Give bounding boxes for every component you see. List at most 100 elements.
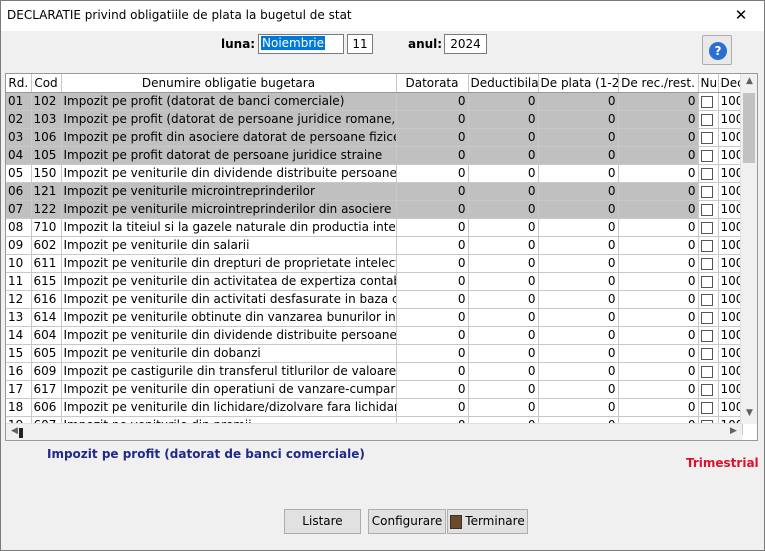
derec-cell[interactable]: 0 — [618, 146, 699, 165]
derec-cell[interactable]: 0 — [618, 326, 699, 345]
name-cell[interactable]: Impozit pe profit (datorat de persoane j… — [61, 110, 397, 129]
deplata-cell[interactable]: 0 — [538, 110, 619, 129]
table-row[interactable]: 03 106 Impozit pe profit din asociere dato… — [6, 128, 743, 147]
deplata-cell[interactable]: 0 — [538, 380, 619, 399]
code-cell[interactable]: 710 — [31, 218, 62, 237]
derec-cell[interactable]: 0 — [618, 200, 699, 219]
derec-cell[interactable]: 0 — [618, 218, 699, 237]
nul-checkbox[interactable] — [700, 275, 713, 288]
deplata-cell[interactable]: 0 — [538, 182, 619, 201]
nul-checkbox[interactable] — [700, 131, 713, 144]
deductibila-cell[interactable]: 0 — [468, 164, 539, 183]
row-number-cell[interactable]: 02 — [6, 110, 32, 129]
decl-cell[interactable]: 100 — [718, 272, 743, 291]
datorata-cell[interactable]: 0 — [396, 92, 469, 111]
derec-cell[interactable]: 0 — [618, 128, 699, 147]
decl-cell[interactable]: 100 — [718, 308, 743, 327]
code-cell[interactable]: 103 — [31, 110, 62, 129]
close-icon[interactable]: ✕ — [718, 1, 764, 31]
deductibila-cell[interactable]: 0 — [468, 398, 539, 417]
column-header[interactable]: Cod — [31, 74, 62, 93]
table-row[interactable]: 07 122 Impozit pe veniturile microintrepri… — [6, 200, 743, 219]
nul-checkbox[interactable] — [700, 167, 713, 180]
datorata-cell[interactable]: 0 — [396, 290, 469, 309]
derec-cell[interactable]: 0 — [618, 380, 699, 399]
nul-checkbox[interactable] — [700, 347, 713, 360]
deductibila-cell[interactable]: 0 — [468, 146, 539, 165]
code-cell[interactable]: 102 — [31, 92, 62, 111]
row-number-cell[interactable]: 17 — [6, 380, 32, 399]
row-number-cell[interactable]: 03 — [6, 128, 32, 147]
deductibila-cell[interactable]: 0 — [468, 110, 539, 129]
deductibila-cell[interactable]: 0 — [468, 362, 539, 381]
deductibila-cell[interactable]: 0 — [468, 290, 539, 309]
deductibila-cell[interactable]: 0 — [468, 200, 539, 219]
scroll-up-icon[interactable]: ▲ — [741, 76, 757, 86]
row-number-cell[interactable]: 12 — [6, 290, 32, 309]
nul-checkbox[interactable] — [700, 239, 713, 252]
column-header[interactable]: Deductibila — [468, 74, 539, 93]
derec-cell[interactable]: 0 — [618, 92, 699, 111]
nul-checkbox[interactable] — [700, 365, 713, 378]
deductibila-cell[interactable]: 0 — [468, 344, 539, 363]
datorata-cell[interactable]: 0 — [396, 164, 469, 183]
name-cell[interactable]: Impozit pe veniturile din drepturi de pr… — [61, 254, 397, 273]
row-number-cell[interactable]: 10 — [6, 254, 32, 273]
row-number-cell[interactable]: 06 — [6, 182, 32, 201]
scroll-right-icon[interactable]: ▶ — [725, 426, 742, 436]
vertical-scroll-thumb[interactable] — [743, 93, 755, 163]
decl-cell[interactable]: 100 — [718, 326, 743, 345]
table-row[interactable]: 02 103 Impozit pe profit (datorat de perso… — [6, 110, 743, 129]
code-cell[interactable]: 121 — [31, 182, 62, 201]
listare-button[interactable]: Listare — [284, 509, 361, 534]
row-number-cell[interactable]: 04 — [6, 146, 32, 165]
code-cell[interactable]: 105 — [31, 146, 62, 165]
name-cell[interactable]: Impozit pe veniturile din activitatea de… — [61, 272, 397, 291]
code-cell[interactable]: 617 — [31, 380, 62, 399]
horizontal-scroll-thumb[interactable] — [19, 428, 23, 438]
derec-cell[interactable]: 0 — [618, 110, 699, 129]
decl-cell[interactable]: 100 — [718, 164, 743, 183]
datorata-cell[interactable]: 0 — [396, 272, 469, 291]
row-number-cell[interactable]: 07 — [6, 200, 32, 219]
row-number-cell[interactable]: 13 — [6, 308, 32, 327]
nul-checkbox[interactable] — [700, 257, 713, 270]
configurare-button[interactable]: Configurare — [368, 509, 446, 534]
terminare-button[interactable]: Terminare — [447, 509, 528, 534]
name-cell[interactable]: Impozit pe veniturile microintreprinderi… — [61, 182, 397, 201]
nul-checkbox[interactable] — [700, 293, 713, 306]
name-cell[interactable]: Impozit pe veniturile din dividende dist… — [61, 164, 397, 183]
row-number-cell[interactable]: 14 — [6, 326, 32, 345]
scroll-down-icon[interactable]: ▼ — [741, 408, 757, 418]
datorata-cell[interactable]: 0 — [396, 398, 469, 417]
name-cell[interactable]: Impozit pe profit (datorat de banci come… — [61, 92, 397, 111]
table-row[interactable]: 09 602 Impozit pe veniturile din salarii 0 0… — [6, 236, 743, 255]
name-cell[interactable]: Impozit pe veniturile din dividende dist… — [61, 326, 397, 345]
name-cell[interactable]: Impozit pe veniturile din activitati des… — [61, 290, 397, 309]
datorata-cell[interactable]: 0 — [396, 362, 469, 381]
deplata-cell[interactable]: 0 — [538, 200, 619, 219]
name-cell[interactable]: Impozit pe veniturile din dobanzi — [61, 344, 397, 363]
table-row[interactable]: 04 105 Impozit pe profit datorat de persoa… — [6, 146, 743, 165]
code-cell[interactable]: 604 — [31, 326, 62, 345]
year-field[interactable]: 2024 — [444, 34, 487, 54]
table-row[interactable]: 17 617 Impozit pe veniturile din operatiun… — [6, 380, 743, 399]
row-number-cell[interactable]: 01 — [6, 92, 32, 111]
derec-cell[interactable]: 0 — [618, 182, 699, 201]
name-cell[interactable]: Impozit pe veniturile obtinute din vanza… — [61, 308, 397, 327]
row-number-cell[interactable]: 11 — [6, 272, 32, 291]
nul-checkbox[interactable] — [700, 383, 713, 396]
table-row[interactable]: 12 616 Impozit pe veniturile din activitat… — [6, 290, 743, 309]
nul-checkbox[interactable] — [700, 329, 713, 342]
row-number-cell[interactable]: 08 — [6, 218, 32, 237]
deplata-cell[interactable]: 0 — [538, 218, 619, 237]
name-cell[interactable]: Impozit pe veniturile din lichidare/dizo… — [61, 398, 397, 417]
horizontal-scrollbar[interactable]: ◀ ▶ — [6, 423, 742, 440]
name-cell[interactable]: Impozit pe veniturile din salarii — [61, 236, 397, 255]
deplata-cell[interactable]: 0 — [538, 128, 619, 147]
deductibila-cell[interactable]: 0 — [468, 326, 539, 345]
code-cell[interactable]: 602 — [31, 236, 62, 255]
column-header[interactable]: Decla — [718, 74, 743, 93]
nul-checkbox[interactable] — [700, 113, 713, 126]
column-header[interactable]: Rd. — [6, 74, 32, 93]
